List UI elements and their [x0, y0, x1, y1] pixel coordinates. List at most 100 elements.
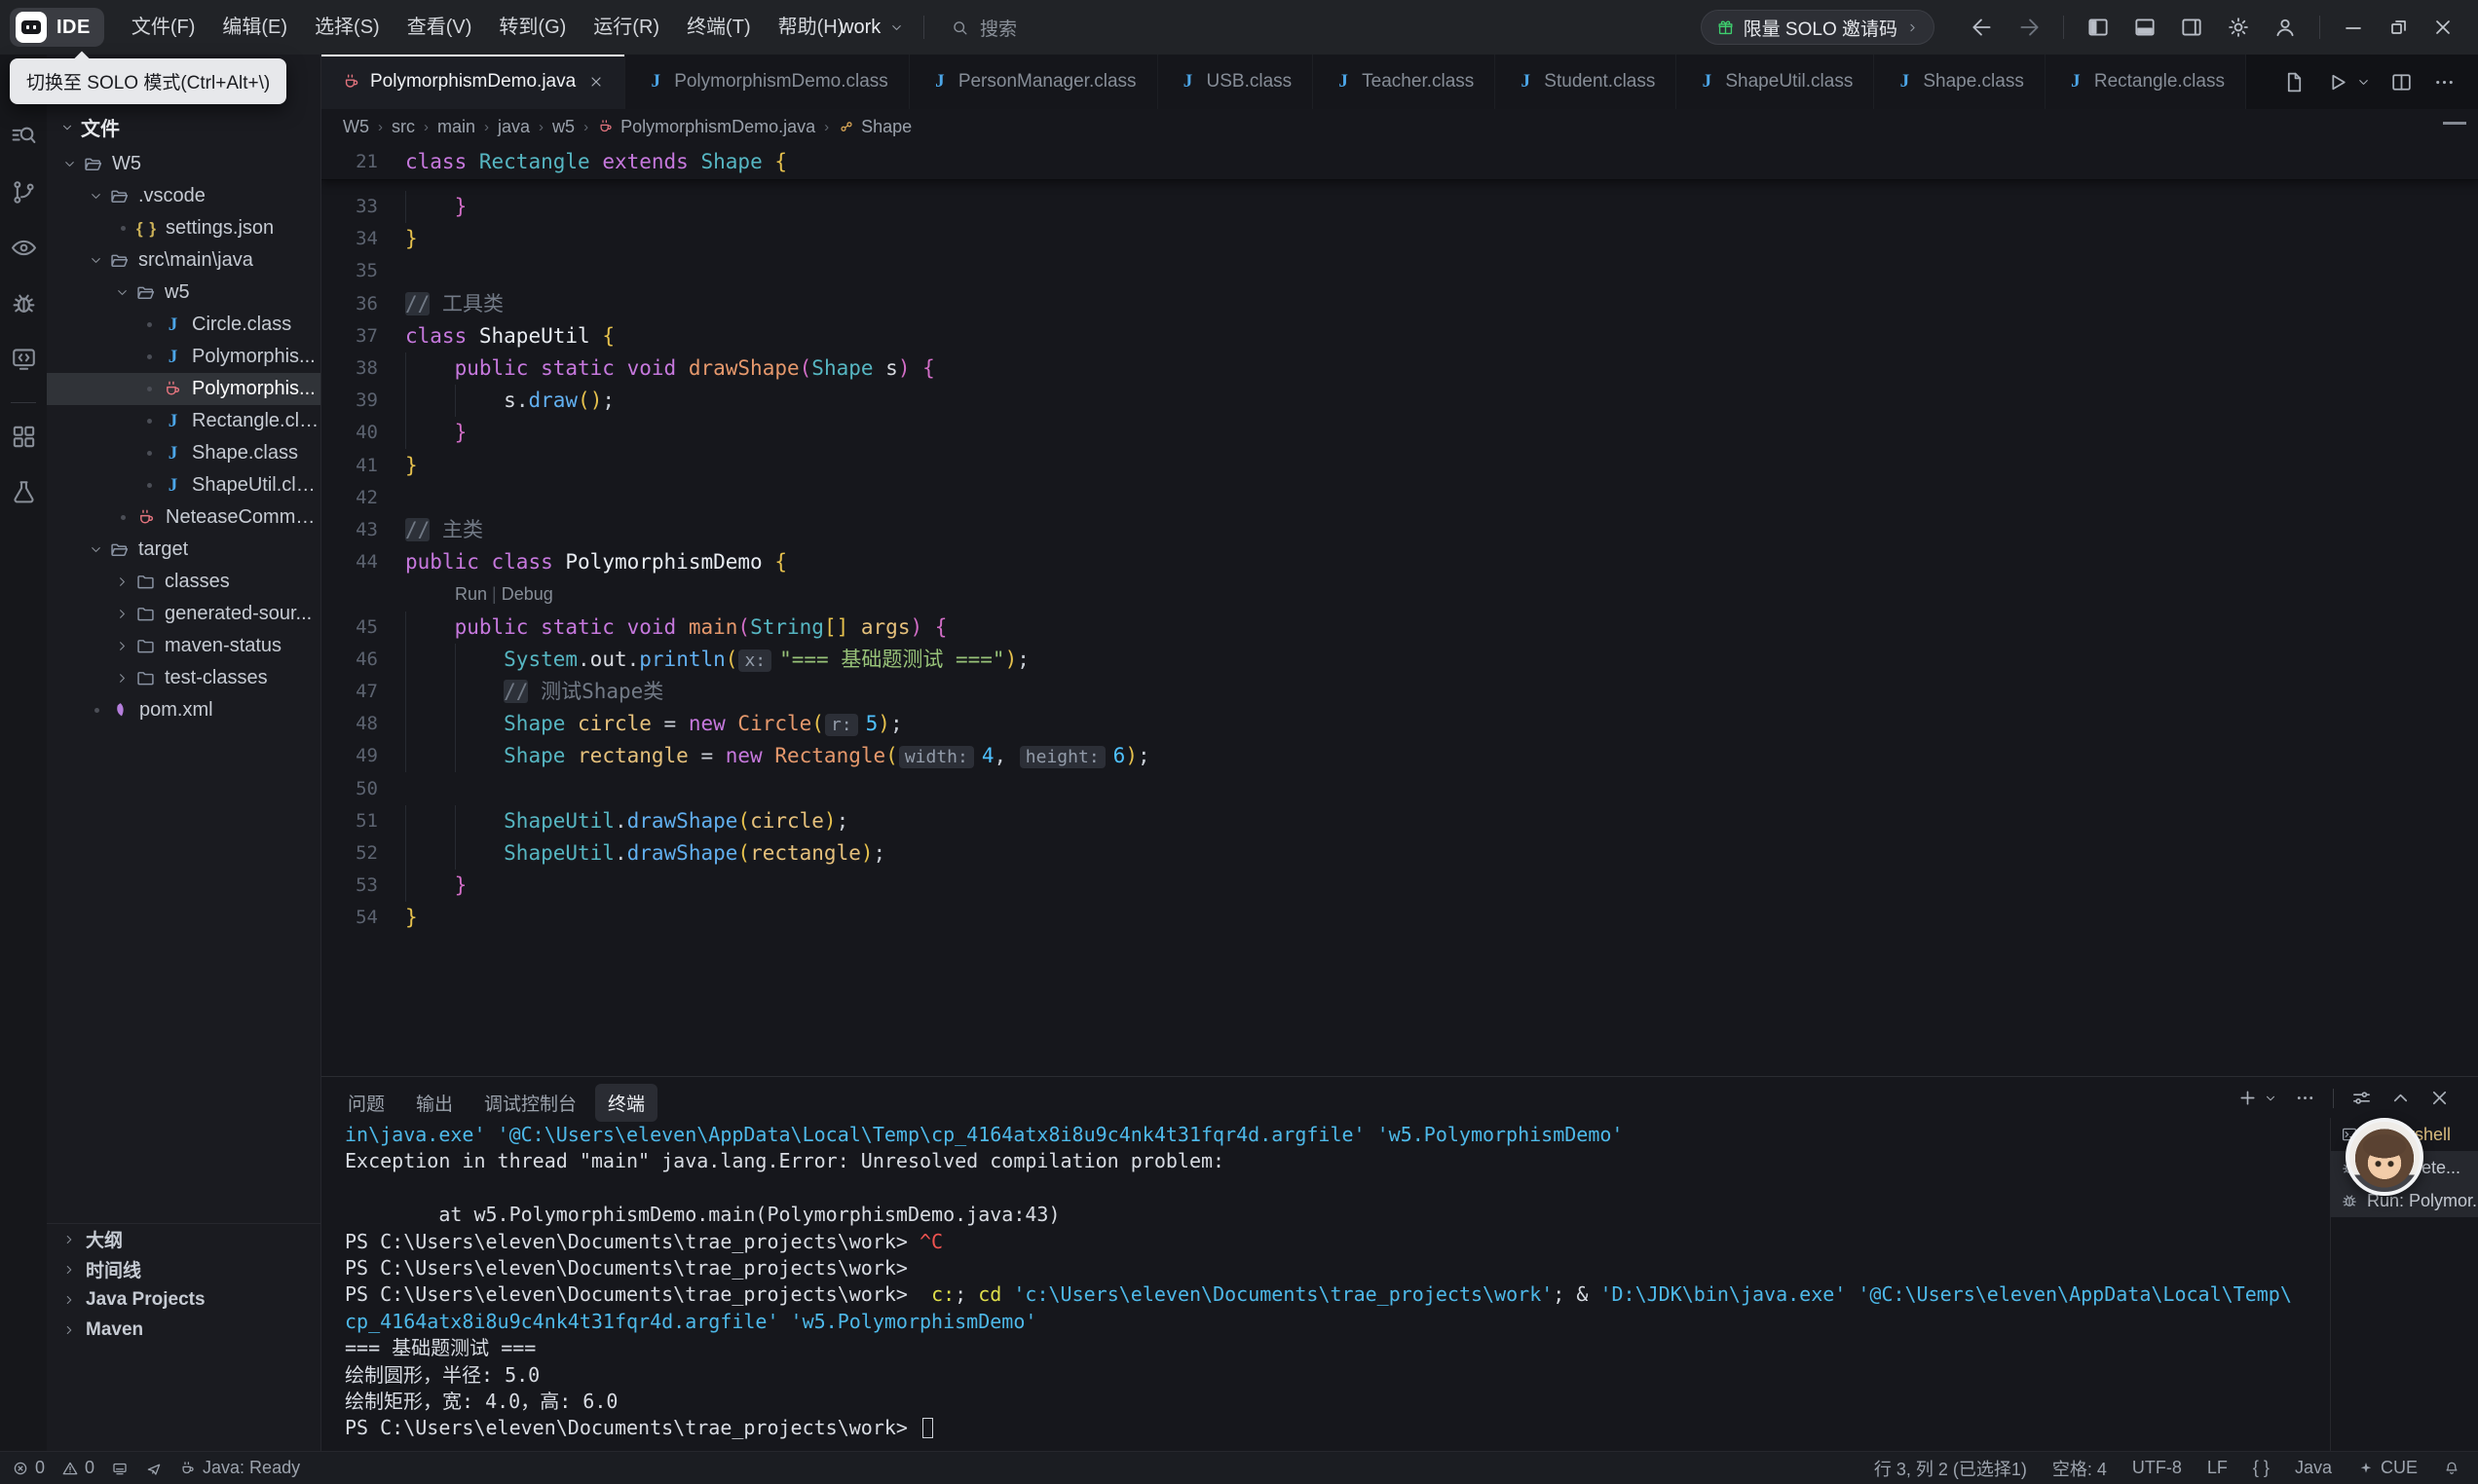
- menu-v[interactable]: 查看(V): [394, 0, 486, 55]
- breadcrumb-item[interactable]: main: [437, 117, 475, 137]
- global-search[interactable]: 搜索: [951, 0, 1017, 55]
- close-panel-button[interactable]: [2428, 1087, 2451, 1109]
- panel-tab-问题[interactable]: 问题: [335, 1084, 397, 1122]
- activity-search-icon[interactable]: [10, 123, 38, 151]
- panel-tab-输出[interactable]: 输出: [403, 1084, 466, 1122]
- window-restore-button[interactable]: [2386, 16, 2410, 39]
- editor-tab[interactable]: PolymorphismDemo.java: [321, 55, 625, 109]
- toggle-secondary-sidebar-button[interactable]: [2179, 15, 2204, 40]
- menu-s[interactable]: 选择(S): [301, 0, 394, 55]
- toggle-panel-button[interactable]: [2132, 15, 2158, 40]
- tree-item[interactable]: W5: [47, 148, 320, 180]
- status-notifications[interactable]: [2443, 1460, 2460, 1477]
- status-indentation[interactable]: 空格: 4: [2052, 1456, 2107, 1481]
- code-editor[interactable]: 21 class Rectangle extends Shape { 33 }3…: [321, 144, 2478, 1076]
- minimap-thumb[interactable]: [2443, 122, 2466, 125]
- window-close-button[interactable]: [2431, 16, 2455, 39]
- editor-tab[interactable]: JUSB.class: [1158, 55, 1314, 109]
- status-eol[interactable]: LF: [2207, 1458, 2228, 1478]
- tree-item[interactable]: JShapeUtil.class: [47, 469, 320, 501]
- menu-f[interactable]: 文件(F): [118, 0, 209, 55]
- activity-source-control-icon[interactable]: [10, 178, 38, 206]
- run-lens[interactable]: Run: [455, 584, 487, 604]
- status-java-status[interactable]: Java: Ready: [179, 1458, 300, 1478]
- sticky-scroll-line[interactable]: 21 class Rectangle extends Shape {: [321, 144, 2478, 180]
- editor-tab[interactable]: JPolymorphismDemo.class: [625, 55, 910, 109]
- split-editor-icon[interactable]: [2389, 70, 2414, 94]
- sidebar-section-大纲[interactable]: 大纲: [47, 1224, 320, 1254]
- editor-tab[interactable]: JStudent.class: [1495, 55, 1676, 109]
- toggle-sidebar-button[interactable]: [2085, 15, 2111, 40]
- breadcrumb-item[interactable]: PolymorphismDemo.java: [597, 117, 815, 137]
- tree-item[interactable]: .vscode: [47, 180, 320, 212]
- ide-logo-button[interactable]: IDE: [10, 8, 104, 47]
- navigate-back-button[interactable]: [1970, 15, 1995, 40]
- window-minimize-button[interactable]: [2342, 16, 2365, 39]
- activity-preview-icon[interactable]: [10, 234, 38, 262]
- menu-t[interactable]: 终端(T): [673, 0, 765, 55]
- debug-lens[interactable]: Debug: [502, 584, 553, 604]
- menu-r[interactable]: 运行(R): [580, 0, 673, 55]
- tree-item[interactable]: generated-sour...: [47, 598, 320, 630]
- status-language-braces[interactable]: { }: [2253, 1458, 2270, 1478]
- settings-gear-icon[interactable]: [2226, 15, 2251, 40]
- status-language-mode[interactable]: Java: [2295, 1458, 2332, 1478]
- account-icon[interactable]: [2272, 15, 2298, 40]
- activity-testing-icon[interactable]: [10, 478, 38, 506]
- navigate-forward-button[interactable]: [2016, 15, 2042, 40]
- terminal-output[interactable]: in\java.exe' '@C:\Users\eleven\AppData\L…: [345, 1122, 2322, 1447]
- terminal-more-button[interactable]: [2294, 1087, 2316, 1109]
- close-tab-icon[interactable]: [588, 74, 604, 90]
- tree-item[interactable]: test-classes: [47, 662, 320, 694]
- terminal-profile-dropdown[interactable]: [2264, 1092, 2277, 1105]
- status-cue[interactable]: CUE: [2357, 1458, 2418, 1478]
- sidebar-section-时间线[interactable]: 时间线: [47, 1254, 320, 1284]
- activity-debug-icon[interactable]: [10, 289, 38, 317]
- editor-tab[interactable]: JRectangle.class: [2046, 55, 2246, 109]
- editor-tab[interactable]: JTeacher.class: [1313, 55, 1495, 109]
- run-icon[interactable]: [2325, 70, 2349, 94]
- solo-invite-badge[interactable]: 限量 SOLO 邀请码: [1701, 10, 1934, 45]
- tree-item[interactable]: src\main\java: [47, 244, 320, 277]
- breadcrumb-item[interactable]: w5: [552, 117, 575, 137]
- panel-tab-终端[interactable]: 终端: [595, 1084, 657, 1122]
- tree-item[interactable]: pom.xml: [47, 694, 320, 726]
- panel-tab-调试控制台[interactable]: 调试控制台: [471, 1084, 589, 1122]
- assistant-avatar[interactable]: [2346, 1118, 2423, 1196]
- menu-g[interactable]: 转到(G): [485, 0, 580, 55]
- terminal-tune-icon[interactable]: [2350, 1087, 2373, 1109]
- tree-item[interactable]: { }settings.json: [47, 212, 320, 244]
- breadcrumb-item[interactable]: java: [498, 117, 530, 137]
- tree-item[interactable]: NeteaseComme...: [47, 501, 320, 534]
- maximize-panel-button[interactable]: [2389, 1087, 2412, 1109]
- explorer-section-header[interactable]: 文件: [60, 113, 120, 141]
- new-terminal-button[interactable]: [2236, 1087, 2259, 1109]
- editor-tab[interactable]: JPersonManager.class: [910, 55, 1158, 109]
- menu-e[interactable]: 编辑(E): [208, 0, 301, 55]
- breadcrumb-item[interactable]: src: [392, 117, 415, 137]
- status-errors[interactable]: 0: [12, 1458, 45, 1478]
- tree-item[interactable]: JRectangle.class: [47, 405, 320, 437]
- sidebar-section-maven[interactable]: Maven: [47, 1315, 320, 1345]
- new-file-icon[interactable]: [2282, 70, 2307, 94]
- status-encoding[interactable]: UTF-8: [2132, 1458, 2182, 1478]
- editor-tab[interactable]: JShape.class: [1874, 55, 2046, 109]
- editor-tab[interactable]: JShapeUtil.class: [1676, 55, 1874, 109]
- activity-chat-icon[interactable]: [10, 345, 38, 373]
- breadcrumb-item[interactable]: W5: [343, 117, 369, 137]
- status-warnings[interactable]: 0: [61, 1458, 94, 1478]
- activity-extensions-icon[interactable]: [10, 423, 38, 451]
- tree-item[interactable]: Polymorphis...: [47, 373, 320, 405]
- run-dropdown-icon[interactable]: [2356, 75, 2371, 90]
- tree-item[interactable]: classes: [47, 566, 320, 598]
- tree-item[interactable]: JShape.class: [47, 437, 320, 469]
- status-cursor-position[interactable]: 行 3, 列 2 (已选择1): [1874, 1456, 2027, 1481]
- status-feedback[interactable]: [145, 1460, 163, 1477]
- tree-item[interactable]: JPolymorphis...: [47, 341, 320, 373]
- tree-item[interactable]: maven-status: [47, 630, 320, 662]
- breadcrumb-item[interactable]: Shape: [838, 117, 912, 137]
- sidebar-section-java-projects[interactable]: Java Projects: [47, 1284, 320, 1315]
- tree-item[interactable]: target: [47, 534, 320, 566]
- tree-item[interactable]: w5: [47, 277, 320, 309]
- workspace-switcher[interactable]: work: [840, 0, 904, 55]
